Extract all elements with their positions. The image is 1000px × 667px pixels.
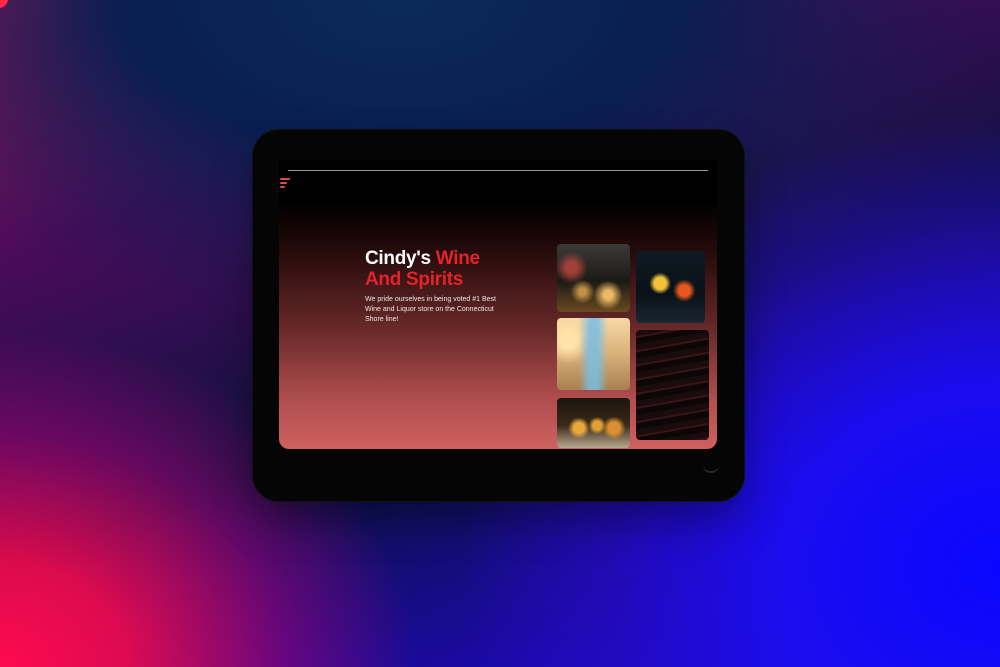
site-title-main: Cindy's	[365, 248, 436, 269]
site-title-accent-spirits: And Spirits	[365, 269, 464, 290]
header-divider	[288, 170, 708, 171]
website-screen: Cindy's Wine And Spirits We pride ourselv…	[279, 160, 717, 449]
site-title: Cindy's Wine And Spirits	[365, 248, 515, 290]
hero-tagline: We pride ourselves in being voted #1 Bes…	[365, 296, 497, 323]
ice-bucket-photo	[557, 398, 630, 448]
store-shelf-photo	[557, 244, 630, 312]
cocktail-photo	[636, 251, 705, 323]
site-title-accent-wine: Wine	[435, 248, 480, 269]
background-corner-dot	[0, 0, 8, 8]
hamburger-menu-icon[interactable]	[280, 178, 292, 188]
wine-rack-photo	[636, 330, 709, 440]
gin-bottles-photo	[557, 318, 630, 390]
